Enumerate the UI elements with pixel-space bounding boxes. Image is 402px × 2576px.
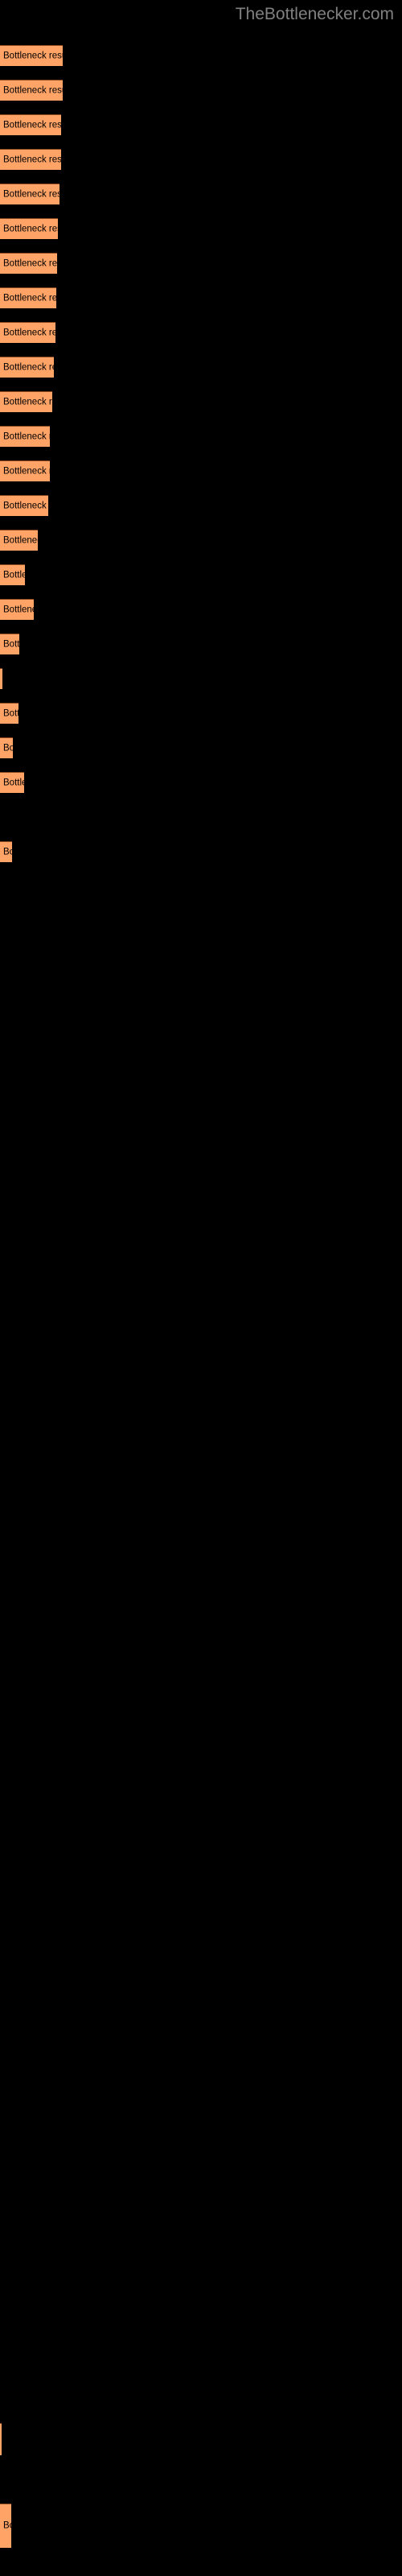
chart-bar: Bottleneck result bbox=[0, 564, 25, 585]
chart-bar: Bottleneck result bbox=[0, 45, 63, 66]
chart-bar-label: Bottleneck result bbox=[3, 50, 63, 60]
chart-bar-label: Bottleneck result bbox=[3, 777, 24, 787]
chart-bar: Bottleneck result bbox=[0, 184, 59, 204]
chart-bar-label: Bottleneck result bbox=[3, 535, 38, 545]
chart-bar-label: Bottleneck result bbox=[3, 396, 52, 407]
chart-bar-label: Bottleneck result bbox=[3, 188, 59, 199]
chart-bar: Bottleneck result bbox=[0, 80, 63, 101]
chart-bar-label: Bottleneck result bbox=[3, 465, 50, 476]
chart-bar: Bottleneck result bbox=[0, 772, 24, 793]
chart-bar-label: Bottleneck result bbox=[3, 258, 57, 268]
chart-bar-label: Bottleneck result bbox=[3, 500, 48, 510]
chart-bar-label: Bottleneck result bbox=[3, 119, 61, 130]
chart-bar: Bottleneck result bbox=[0, 218, 58, 239]
chart-bar-label: Bottleneck result bbox=[3, 2520, 11, 2531]
chart-bar-label: Bottleneck result bbox=[3, 708, 18, 718]
chart-bar-label: Bottleneck result bbox=[3, 846, 12, 857]
chart-bar-label: Bottleneck result bbox=[3, 292, 56, 303]
chart-bar: Bottleneck result bbox=[0, 391, 52, 412]
chart-bar: Bottleneck result bbox=[0, 2423, 2, 2455]
chart-bar-label: Bottleneck result bbox=[3, 638, 19, 649]
chart-bar-label: Bottleneck result bbox=[3, 154, 61, 164]
chart-bar-label: Bottleneck result bbox=[3, 361, 54, 372]
chart-bar: Bottleneck result bbox=[0, 287, 56, 308]
chart-bar-label: Bottleneck result bbox=[3, 742, 13, 753]
chart-bar: Bottleneck result bbox=[0, 703, 18, 724]
chart-bar-label: Bottleneck result bbox=[3, 223, 58, 233]
chart-bar: Bottleneck result bbox=[0, 495, 48, 516]
chart-bar: Bottleneck result bbox=[0, 357, 54, 378]
chart-bar-label: Bottleneck result bbox=[3, 431, 50, 441]
chart-bar: Bottleneck result bbox=[0, 114, 61, 135]
chart-bar: Bottleneck result bbox=[0, 253, 57, 274]
chart-bar: Bottleneck result bbox=[0, 149, 61, 170]
chart-bar: Bottleneck result bbox=[0, 426, 50, 447]
chart-bar: Bottleneck result bbox=[0, 2504, 11, 2548]
bar-chart: Bottleneck result Bottleneck result Bottle… bbox=[0, 0, 402, 2576]
chart-bar: Bottleneck result bbox=[0, 322, 55, 343]
chart-bar: Bottleneck result bbox=[0, 634, 19, 654]
chart-bar: Bottleneck result bbox=[0, 668, 2, 689]
chart-bar-label: Bottleneck result bbox=[3, 327, 55, 337]
chart-bar-label: Bottleneck result bbox=[3, 604, 34, 614]
chart-bar: Bottleneck result bbox=[0, 530, 38, 551]
chart-bar: Bottleneck result bbox=[0, 737, 13, 758]
chart-bar: Bottleneck result bbox=[0, 460, 50, 481]
chart-bar: Bottleneck result bbox=[0, 841, 12, 862]
chart-bar-label: Bottleneck result bbox=[3, 85, 63, 95]
chart-bar: Bottleneck result bbox=[0, 599, 34, 620]
chart-bar-label: Bottleneck result bbox=[3, 569, 25, 580]
